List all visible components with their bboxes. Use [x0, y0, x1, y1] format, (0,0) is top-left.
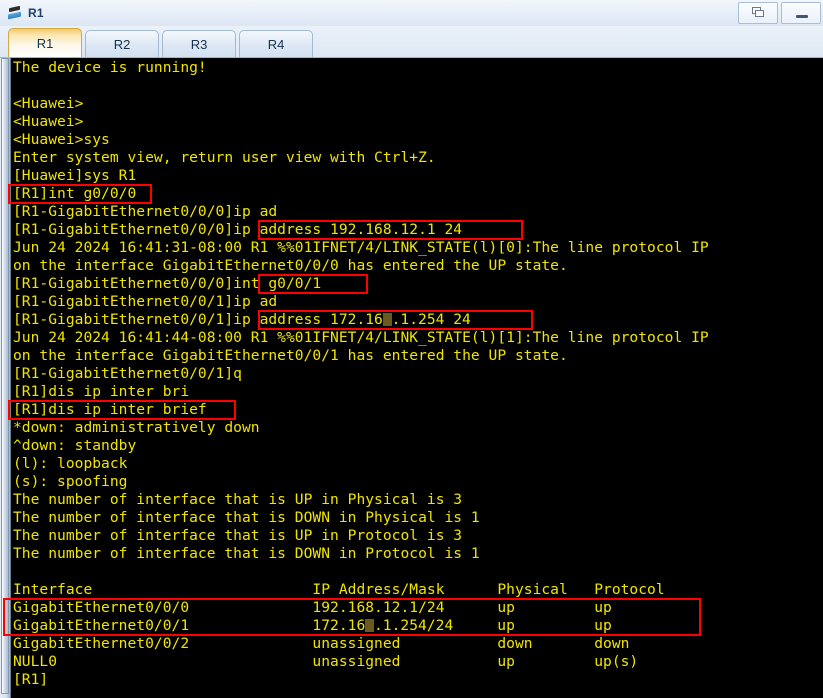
terminal-line: [R1-GigabitEthernet0/0/0]ip ad [13, 203, 278, 220]
terminal-line: [R1-GigabitEthernet0/0/1]ip ad [13, 293, 278, 310]
terminal-line: <Huawei> [13, 95, 84, 112]
terminal-line: Interface IP Address/Mask Physical Proto… [13, 581, 665, 598]
window-title: R1 [28, 6, 44, 20]
terminal-line: The number of interface that is DOWN in … [13, 545, 480, 562]
terminal-line: <Huawei> [13, 113, 84, 130]
scrollbar-thumb[interactable] [1, 58, 9, 694]
router-icon [6, 4, 24, 22]
terminal-line: GigabitEthernet0/0/1 172.16.1.254/24 up … [13, 617, 612, 634]
terminal-line: [R1-GigabitEthernet0/0/1]ip address 172.… [13, 311, 471, 328]
terminal-line: The number of interface that is DOWN in … [13, 509, 480, 526]
tab-r4-label: R4 [267, 36, 285, 52]
terminal-line: *down: administratively down [13, 419, 260, 436]
title-bar: R1 [0, 0, 823, 26]
restore-icon [752, 7, 764, 17]
terminal-line: [R1]dis ip inter brief [13, 401, 207, 418]
tab-r3[interactable]: R3 [162, 30, 236, 57]
terminal-line: ^down: standby [13, 437, 137, 454]
terminal-output[interactable]: The device is running! <Huawei> <Huawei> <H… [11, 58, 823, 698]
terminal-line: GigabitEthernet0/0/2 unassigned down dow… [13, 635, 630, 652]
emulator-window: R1 R1 R2 R3 R4 The device is running! <H… [0, 0, 823, 698]
terminal-scrollbar[interactable] [0, 58, 11, 698]
terminal-area[interactable]: The device is running! <Huawei> <Huawei> <H… [0, 58, 823, 698]
minimize-button[interactable] [781, 2, 821, 24]
restore-button[interactable] [738, 2, 778, 24]
tab-r1[interactable]: R1 [8, 28, 82, 57]
terminal-line: Jun 24 2024 16:41:44-08:00 R1 %%01IFNET/… [13, 329, 709, 346]
terminal-line: [R1-GigabitEthernet0/0/0]int g0/0/1 [13, 275, 322, 292]
terminal-line: on the interface GigabitEthernet0/0/1 ha… [13, 347, 568, 364]
terminal-line: NULL0 unassigned up up(s) [13, 653, 639, 670]
terminal-line: Jun 24 2024 16:41:31-08:00 R1 %%01IFNET/… [13, 239, 709, 256]
window-controls [735, 2, 821, 24]
tab-r2-label: R2 [113, 36, 131, 52]
terminal-line: <Huawei>sys [13, 131, 110, 148]
terminal-line: The number of interface that is UP in Pr… [13, 527, 463, 544]
terminal-line: [R1-GigabitEthernet0/0/1]q [13, 365, 242, 382]
terminal-line: [R1] [13, 671, 49, 688]
terminal-line: GigabitEthernet0/0/0 192.168.12.1/24 up … [13, 599, 612, 616]
minimize-icon [796, 15, 808, 18]
terminal-line: (s): spoofing [13, 473, 128, 490]
terminal-line: [R1-GigabitEthernet0/0/0]ip address 192.… [13, 221, 463, 238]
obscured-character-block [382, 313, 392, 326]
terminal-line: [Huawei]sys R1 [13, 167, 137, 184]
tab-r2[interactable]: R2 [85, 30, 159, 57]
tab-r1-label: R1 [36, 35, 54, 51]
terminal-line: Enter system view, return user view with… [13, 149, 436, 166]
terminal-line: The number of interface that is UP in Ph… [13, 491, 463, 508]
device-tab-bar: R1 R2 R3 R4 [0, 26, 823, 58]
terminal-line: The device is running! [13, 59, 207, 76]
terminal-line: [R1]int g0/0/0 [13, 185, 137, 202]
terminal-line: on the interface GigabitEthernet0/0/0 ha… [13, 257, 568, 274]
tab-r3-label: R3 [190, 36, 208, 52]
terminal-line: [R1]dis ip inter bri [13, 383, 190, 400]
obscured-character-block [365, 619, 374, 632]
terminal-line: (l): loopback [13, 455, 128, 472]
tab-r4[interactable]: R4 [239, 30, 313, 57]
